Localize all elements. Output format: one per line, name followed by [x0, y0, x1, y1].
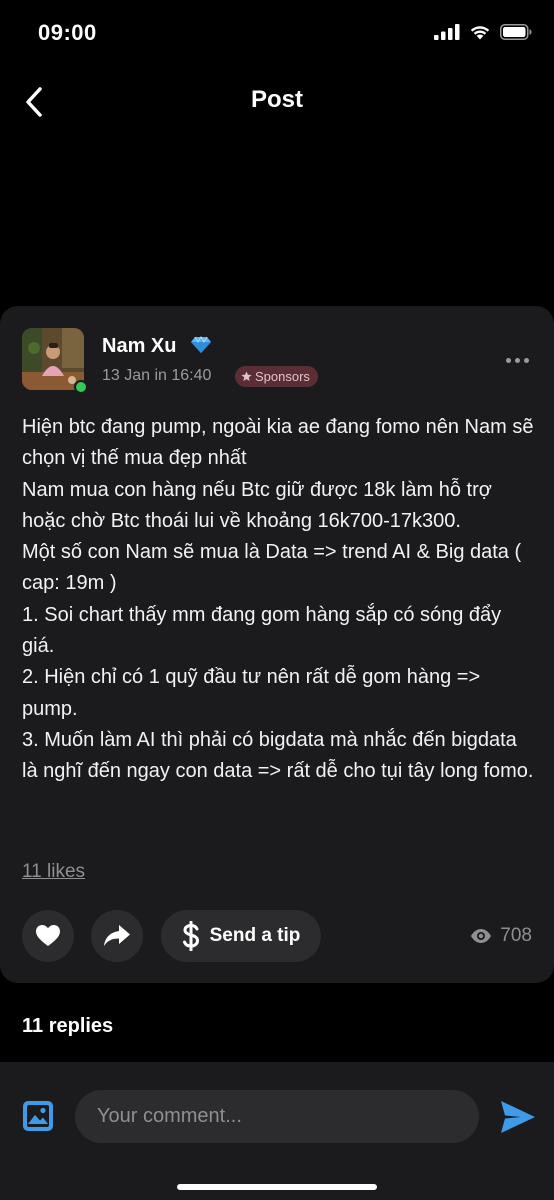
- status-icons: [434, 24, 532, 40]
- post-paragraph: 1. Soi chart thấy mm đang gom hàng sắp c…: [22, 603, 502, 658]
- wifi-icon: [470, 26, 490, 40]
- replies-heading: 11 replies: [22, 1015, 114, 1037]
- view-count: 708: [470, 925, 532, 947]
- send-button[interactable]: [499, 1098, 537, 1136]
- post-timestamp: 13 Jan in 16:40: [102, 367, 212, 384]
- diamond-icon: [191, 336, 212, 353]
- online-status-dot: [74, 380, 88, 394]
- cellular-signal-icon: [434, 24, 460, 40]
- author-name[interactable]: Nam Xu: [102, 335, 212, 358]
- heart-icon: [36, 925, 60, 946]
- sponsor-badge-label: Sponsors: [255, 369, 310, 384]
- post-paragraph: 3. Muốn làm AI thì phải có bigdata mà nh…: [22, 728, 534, 783]
- home-indicator[interactable]: [177, 1184, 377, 1190]
- post-paragraph: Nam mua con hàng nếu Btc giữ được 18k là…: [22, 478, 492, 532]
- star-icon: [241, 371, 252, 381]
- sponsor-badge: Sponsors: [235, 366, 318, 387]
- dollar-icon: [182, 921, 199, 951]
- send-icon: [501, 1101, 535, 1133]
- status-bar: 09:00: [0, 0, 554, 66]
- post-paragraph: Hiện btc đang pump, ngoài kia ae đang fo…: [22, 416, 534, 470]
- post-paragraph: Một số con Nam sẽ mua là Data => trend A…: [22, 541, 522, 595]
- send-tip-button[interactable]: Send a tip: [161, 910, 321, 962]
- battery-icon: [500, 24, 532, 40]
- view-count-value: 708: [500, 925, 532, 946]
- like-button[interactable]: [22, 910, 74, 962]
- share-button[interactable]: [91, 910, 143, 962]
- more-horizontal-icon: [505, 357, 511, 363]
- eye-icon: [471, 929, 492, 943]
- more-options-button[interactable]: [502, 348, 532, 372]
- likes-count-link[interactable]: 11 likes: [22, 861, 85, 883]
- post-body: Hiện btc đang pump, ngoài kia ae đang fo…: [22, 412, 534, 788]
- page-title: Post: [250, 86, 303, 113]
- share-arrow-icon: [104, 925, 130, 946]
- image-icon: [23, 1101, 53, 1131]
- post-paragraph: 2. Hiện chỉ có 1 quỹ đầu tư nên rất dễ g…: [22, 666, 481, 720]
- nav-bar: Post: [0, 70, 554, 132]
- status-time: 09:00: [38, 20, 97, 45]
- author-name-text: Nam Xu: [102, 335, 177, 357]
- attach-image-button[interactable]: [22, 1100, 54, 1132]
- comment-input[interactable]: [75, 1090, 479, 1143]
- send-tip-label: Send a tip: [209, 925, 301, 946]
